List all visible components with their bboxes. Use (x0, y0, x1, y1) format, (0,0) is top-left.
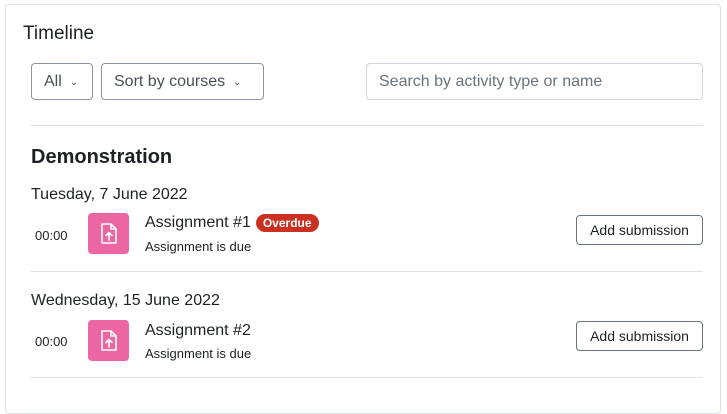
divider (31, 377, 703, 378)
assignment-icon (88, 213, 129, 254)
activity-subtitle: Assignment is due (145, 346, 252, 361)
divider (31, 125, 703, 126)
assignment-icon (88, 320, 129, 361)
block-title: Timeline (23, 23, 95, 44)
activity-link[interactable]: Assignment #1 (145, 213, 251, 233)
assignment-icon-graphic (100, 222, 117, 244)
chevron-down-icon: ⌄ (233, 77, 242, 88)
add-submission-button[interactable]: Add submission (576, 321, 703, 351)
event-time: 00:00 (35, 228, 68, 243)
course-name: Demonstration (31, 146, 173, 168)
sort-label: Sort by courses (114, 72, 226, 90)
overdue-badge: Overdue (255, 214, 319, 232)
activity-name[interactable]: Assignment #1 Overdue (145, 213, 319, 233)
divider (31, 271, 703, 272)
chevron-down-icon: ⌄ (69, 77, 79, 88)
event-time: 00:00 (35, 334, 68, 349)
activity-name[interactable]: Assignment #2 (145, 321, 251, 341)
filter-dropdown[interactable]: All ⌄ (31, 63, 93, 100)
search-input[interactable] (366, 63, 703, 100)
activity-link[interactable]: Assignment #2 (145, 321, 251, 341)
filter-label: All (44, 72, 62, 90)
activity-subtitle: Assignment is due (145, 239, 252, 254)
day-heading: Tuesday, 7 June 2022 (31, 186, 188, 203)
add-submission-button[interactable]: Add submission (576, 215, 703, 245)
timeline-block: Timeline All ⌄ Sort by courses ⌄ Demonst… (5, 4, 721, 414)
sort-dropdown[interactable]: Sort by courses ⌄ (101, 63, 264, 100)
day-heading: Wednesday, 15 June 2022 (31, 292, 220, 309)
assignment-icon-graphic (100, 329, 117, 351)
